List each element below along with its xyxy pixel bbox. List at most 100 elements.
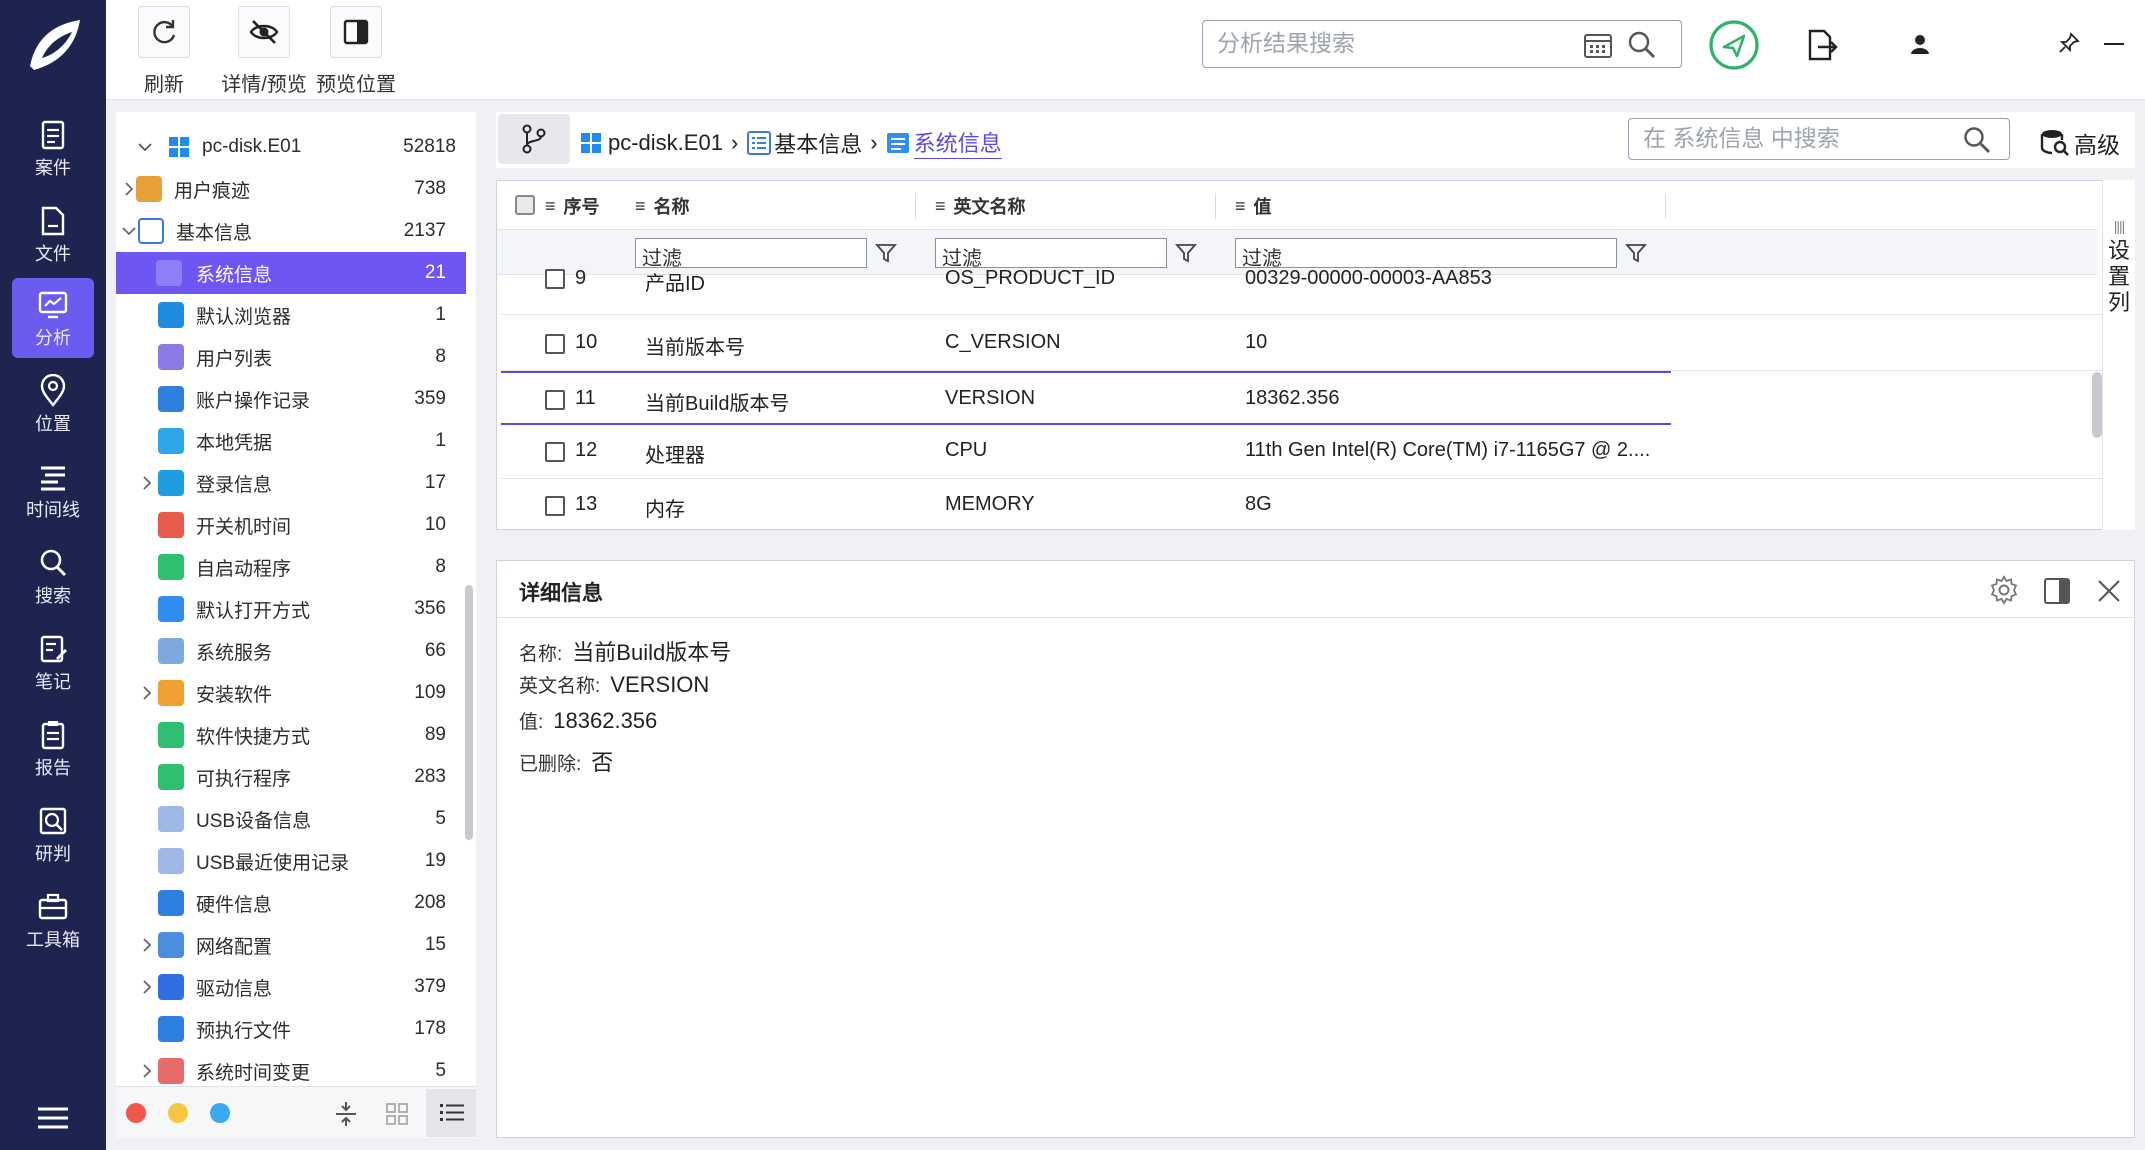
- result-search-input[interactable]: [1217, 30, 1577, 57]
- tree-item[interactable]: 开关机时间 10: [116, 504, 466, 546]
- nav-item-search[interactable]: 搜索: [12, 536, 94, 616]
- row-checkbox[interactable]: [545, 269, 565, 289]
- column-header-no[interactable]: ≡ 序号: [545, 193, 600, 219]
- tree-item[interactable]: USB设备信息 5: [116, 798, 466, 840]
- breadcrumb-item-basic-info[interactable]: 基本信息: [774, 127, 862, 159]
- clock-icon: [158, 1058, 184, 1084]
- breadcrumb-item-system-info[interactable]: 系统信息: [913, 126, 1002, 159]
- navigate-status-icon[interactable]: [1708, 19, 1760, 71]
- select-all-checkbox[interactable]: [515, 195, 535, 215]
- section-search-box[interactable]: [1628, 118, 2010, 160]
- calendar-icon[interactable]: [1583, 31, 1613, 59]
- yellow-dot-button[interactable]: [168, 1103, 188, 1123]
- row-checkbox[interactable]: [545, 442, 565, 462]
- tree-item[interactable]: 网络配置 15: [116, 924, 466, 966]
- advanced-search-button[interactable]: 高级: [2040, 126, 2120, 160]
- cell-en-name: VERSION: [945, 387, 1036, 409]
- filter-icon[interactable]: [875, 242, 897, 264]
- chevron-right-icon[interactable]: [140, 686, 154, 700]
- nav-item-location[interactable]: 位置: [12, 364, 94, 444]
- user-icon[interactable]: [1910, 34, 1930, 54]
- detail-preview-button[interactable]: 详情/预览: [212, 6, 316, 97]
- minimize-icon[interactable]: [2104, 42, 2124, 46]
- nav-item-timeline[interactable]: 时间线: [12, 450, 94, 530]
- chevron-right-icon[interactable]: [140, 938, 154, 952]
- section-search-input[interactable]: [1643, 125, 1953, 152]
- tree-item[interactable]: 用户列表 8: [116, 336, 466, 378]
- hamburger-menu-icon[interactable]: [36, 1106, 70, 1130]
- export-icon[interactable]: [1806, 28, 1838, 62]
- tree-item-root[interactable]: pc-disk.E01 52818: [116, 126, 466, 168]
- nav-item-case[interactable]: 案件: [12, 108, 94, 188]
- collapse-all-icon[interactable]: [334, 1101, 358, 1127]
- table-row[interactable]: 9 产品ID OS_PRODUCT_ID 00329-00000-00003-AA85…: [501, 263, 2134, 315]
- chevron-right-icon[interactable]: [140, 1064, 154, 1078]
- search-icon[interactable]: [1963, 126, 1991, 154]
- tree-item[interactable]: 系统服务 66: [116, 630, 466, 672]
- refresh-button[interactable]: 刷新: [138, 6, 190, 97]
- table-row[interactable]: 11 当前Build版本号 VERSION 18362.356: [501, 371, 1671, 425]
- table-row[interactable]: 12 处理器 CPU 11th Gen Intel(R) Core(TM) i7-11…: [501, 425, 2134, 479]
- tree-item[interactable]: 默认打开方式 356: [116, 588, 466, 630]
- tree-item[interactable]: 硬件信息 208: [116, 882, 466, 924]
- tree-item[interactable]: 系统信息 21: [116, 252, 466, 294]
- branch-button[interactable]: [498, 114, 570, 164]
- chevron-right-icon[interactable]: [140, 980, 154, 994]
- tree-item[interactable]: 本地凭据 1: [116, 420, 466, 462]
- result-search-box[interactable]: [1202, 20, 1682, 68]
- table-row[interactable]: 10 当前版本号 C_VERSION 10: [501, 317, 2134, 371]
- nav-item-analysis[interactable]: 分析: [12, 278, 94, 358]
- chevron-right-icon[interactable]: [122, 182, 136, 196]
- chevron-right-icon[interactable]: [140, 476, 154, 490]
- panel-right-icon[interactable]: [2043, 577, 2071, 605]
- row-checkbox[interactable]: [545, 334, 565, 354]
- tree-item[interactable]: 登录信息 17: [116, 462, 466, 504]
- preview-position-button[interactable]: 预览位置: [310, 6, 402, 97]
- pin-icon[interactable]: [2058, 32, 2080, 54]
- judge-icon: [39, 807, 67, 835]
- database-search-icon: [2040, 130, 2069, 156]
- settings-gear-icon[interactable]: [1989, 575, 2019, 605]
- list-view-button[interactable]: [426, 1089, 476, 1137]
- tree-item[interactable]: 软件快捷方式 89: [116, 714, 466, 756]
- nav-item-note[interactable]: 笔记: [12, 622, 94, 702]
- column-header-en-name[interactable]: ≡ 英文名称: [935, 193, 1026, 219]
- column-header-value[interactable]: ≡ 值: [1235, 193, 1272, 219]
- tree-item[interactable]: 可执行程序 283: [116, 756, 466, 798]
- column-header-name[interactable]: ≡ 名称: [635, 193, 690, 219]
- tree-scrollbar[interactable]: [465, 585, 473, 840]
- grid-view-icon[interactable]: [386, 1103, 408, 1125]
- row-checkbox[interactable]: [545, 390, 565, 410]
- set-columns-button[interactable]: |||| 设置列: [2102, 180, 2135, 530]
- usb-icon: [158, 848, 184, 874]
- chevron-down-icon[interactable]: [122, 224, 136, 238]
- row-checkbox[interactable]: [545, 496, 565, 516]
- nav-item-toolbox[interactable]: 工具箱: [12, 880, 94, 960]
- tree-item[interactable]: 预执行文件 178: [116, 1008, 466, 1050]
- tree-item[interactable]: 账户操作记录 359: [116, 378, 466, 420]
- nav-item-judge[interactable]: 研判: [12, 794, 94, 874]
- tree-item[interactable]: 默认浏览器 1: [116, 294, 466, 336]
- filter-icon[interactable]: [1625, 242, 1647, 264]
- search-icon[interactable]: [1627, 30, 1657, 60]
- nav-item-report[interactable]: 报告: [12, 708, 94, 788]
- chevron-down-icon[interactable]: [138, 140, 152, 154]
- service-icon: [158, 638, 184, 664]
- file-icon: [41, 206, 65, 236]
- filter-icon[interactable]: [1175, 242, 1197, 264]
- table-scrollbar[interactable]: [2092, 372, 2102, 438]
- tree-item[interactable]: 安装软件 109: [116, 672, 466, 714]
- tree-item[interactable]: USB最近使用记录 19: [116, 840, 466, 882]
- blue-dot-button[interactable]: [210, 1103, 230, 1123]
- breadcrumb-item-disk[interactable]: pc-disk.E01: [608, 130, 723, 156]
- table-row[interactable]: 13 内存 MEMORY 8G: [501, 479, 2134, 529]
- detail-field-deleted: 已删除: 否: [519, 750, 614, 775]
- red-dot-button[interactable]: [126, 1103, 146, 1123]
- tree-item[interactable]: 驱动信息 379: [116, 966, 466, 1008]
- nav-item-file[interactable]: 文件: [12, 194, 94, 274]
- tree-item[interactable]: 用户痕迹 738: [116, 168, 466, 210]
- tree-item[interactable]: 基本信息 2137: [116, 210, 466, 252]
- close-icon[interactable]: [2097, 579, 2121, 603]
- cell-value: 18362.356: [1245, 387, 1340, 409]
- tree-item[interactable]: 自启动程序 8: [116, 546, 466, 588]
